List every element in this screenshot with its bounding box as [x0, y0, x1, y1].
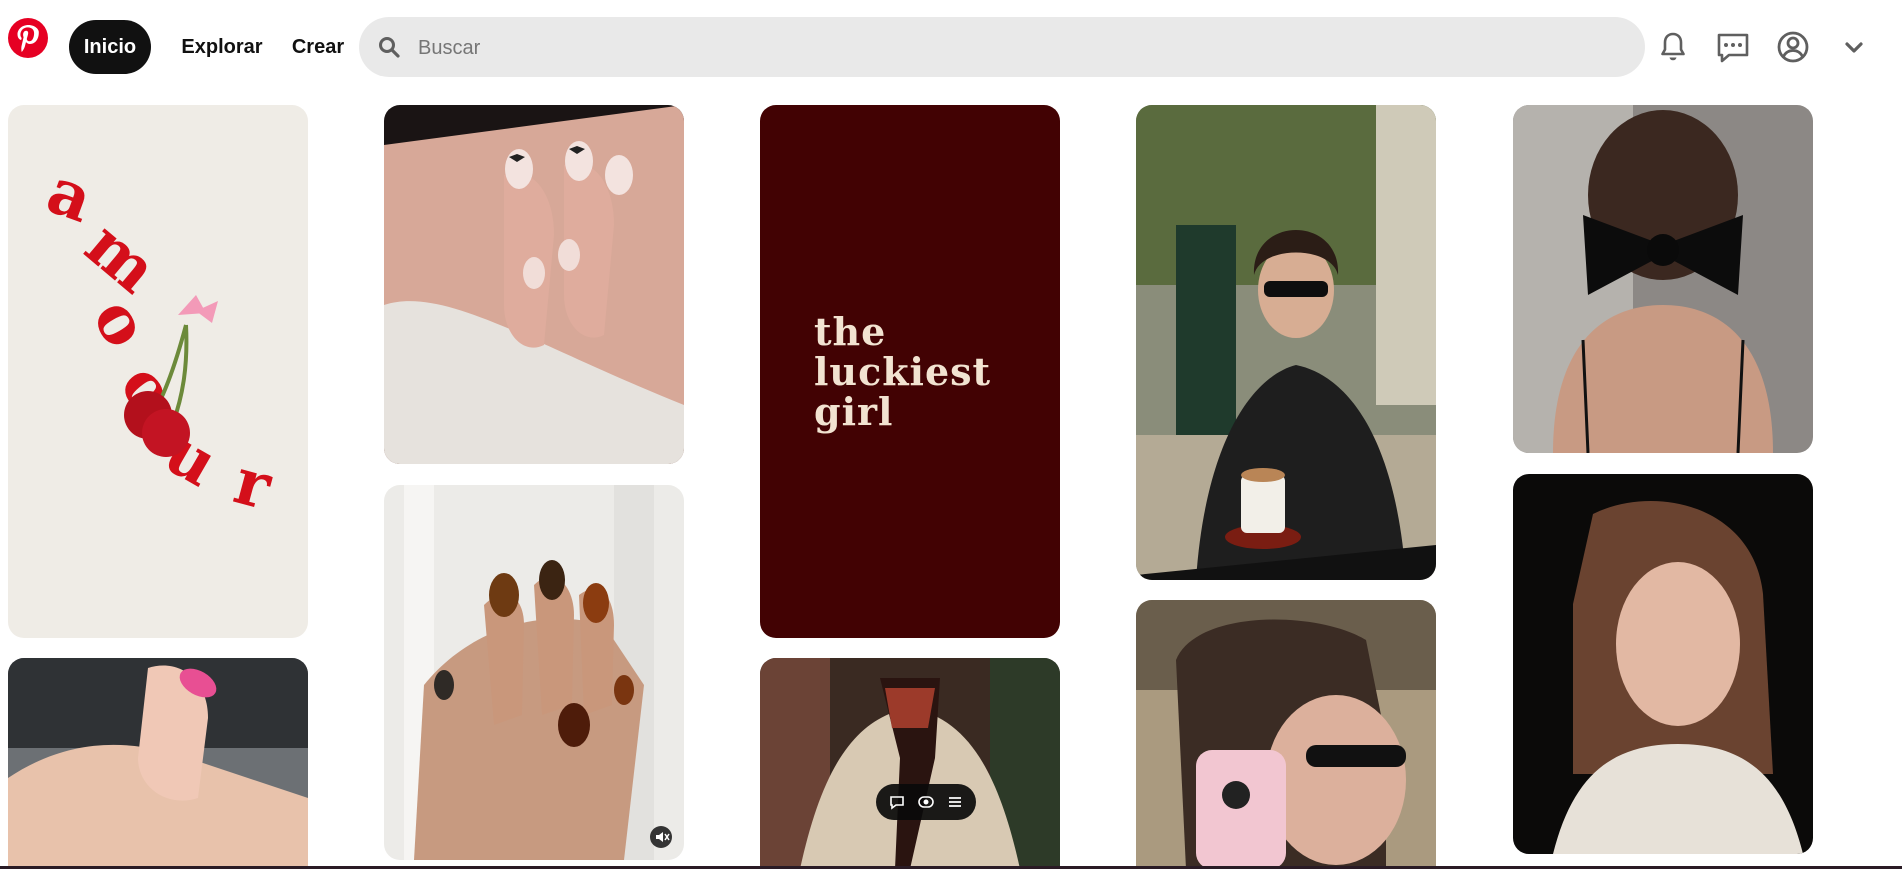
pin-amour[interactable]: a m o o u r [8, 105, 308, 638]
pin-hair-bow-image [1513, 105, 1813, 453]
pin-hair-portrait-image [1513, 474, 1813, 854]
pin-phone-sunglasses-image [1136, 600, 1436, 869]
pin-luckiest-girl[interactable]: the luckiest girl [760, 105, 1060, 638]
profile-icon[interactable] [1773, 27, 1813, 67]
search-bar[interactable] [359, 17, 1645, 79]
pin-phone-sunglasses[interactable] [1136, 600, 1436, 869]
menu-icon[interactable] [945, 792, 965, 812]
pin-hair-bow[interactable] [1513, 105, 1813, 453]
search-input[interactable] [416, 17, 1620, 79]
pinterest-logo-icon [8, 18, 48, 58]
pin-scarf-outfit[interactable] [760, 658, 1060, 869]
pin-coffee-sunglasses[interactable] [1136, 105, 1436, 580]
nav-home[interactable]: Inicio [69, 20, 151, 74]
pin-luckiest-girl-text: the luckiest girl [814, 309, 992, 434]
search-icon [377, 35, 401, 59]
mute-icon[interactable] [650, 826, 672, 848]
pin-amour-image: a m o o u r [8, 105, 308, 638]
comment-icon[interactable] [887, 792, 907, 812]
pin-scarf-outfit-image [760, 658, 1060, 869]
pin-bow-french-nails[interactable] [384, 105, 684, 464]
pin-tortoise-nails[interactable] [384, 485, 684, 860]
top-header: Inicio Explorar Crear [0, 0, 1902, 96]
chevron-down-icon[interactable] [1834, 27, 1874, 67]
pin-coffee-sunglasses-image [1136, 105, 1436, 580]
nav-create[interactable]: Crear [284, 20, 352, 74]
messages-icon[interactable] [1713, 27, 1753, 67]
pin-hover-toolbar [876, 784, 976, 820]
pin-tortoise-nails-image [384, 485, 684, 860]
pin-pink-nails-hand[interactable] [8, 658, 308, 869]
notifications-icon[interactable] [1653, 27, 1693, 67]
pin-pink-nails-hand-image [8, 658, 308, 869]
pinterest-logo[interactable] [8, 18, 48, 58]
pin-bow-french-nails-image [384, 105, 684, 464]
visual-search-icon[interactable] [916, 792, 936, 812]
pin-hair-portrait[interactable] [1513, 474, 1813, 854]
nav-explore[interactable]: Explorar [170, 20, 274, 74]
